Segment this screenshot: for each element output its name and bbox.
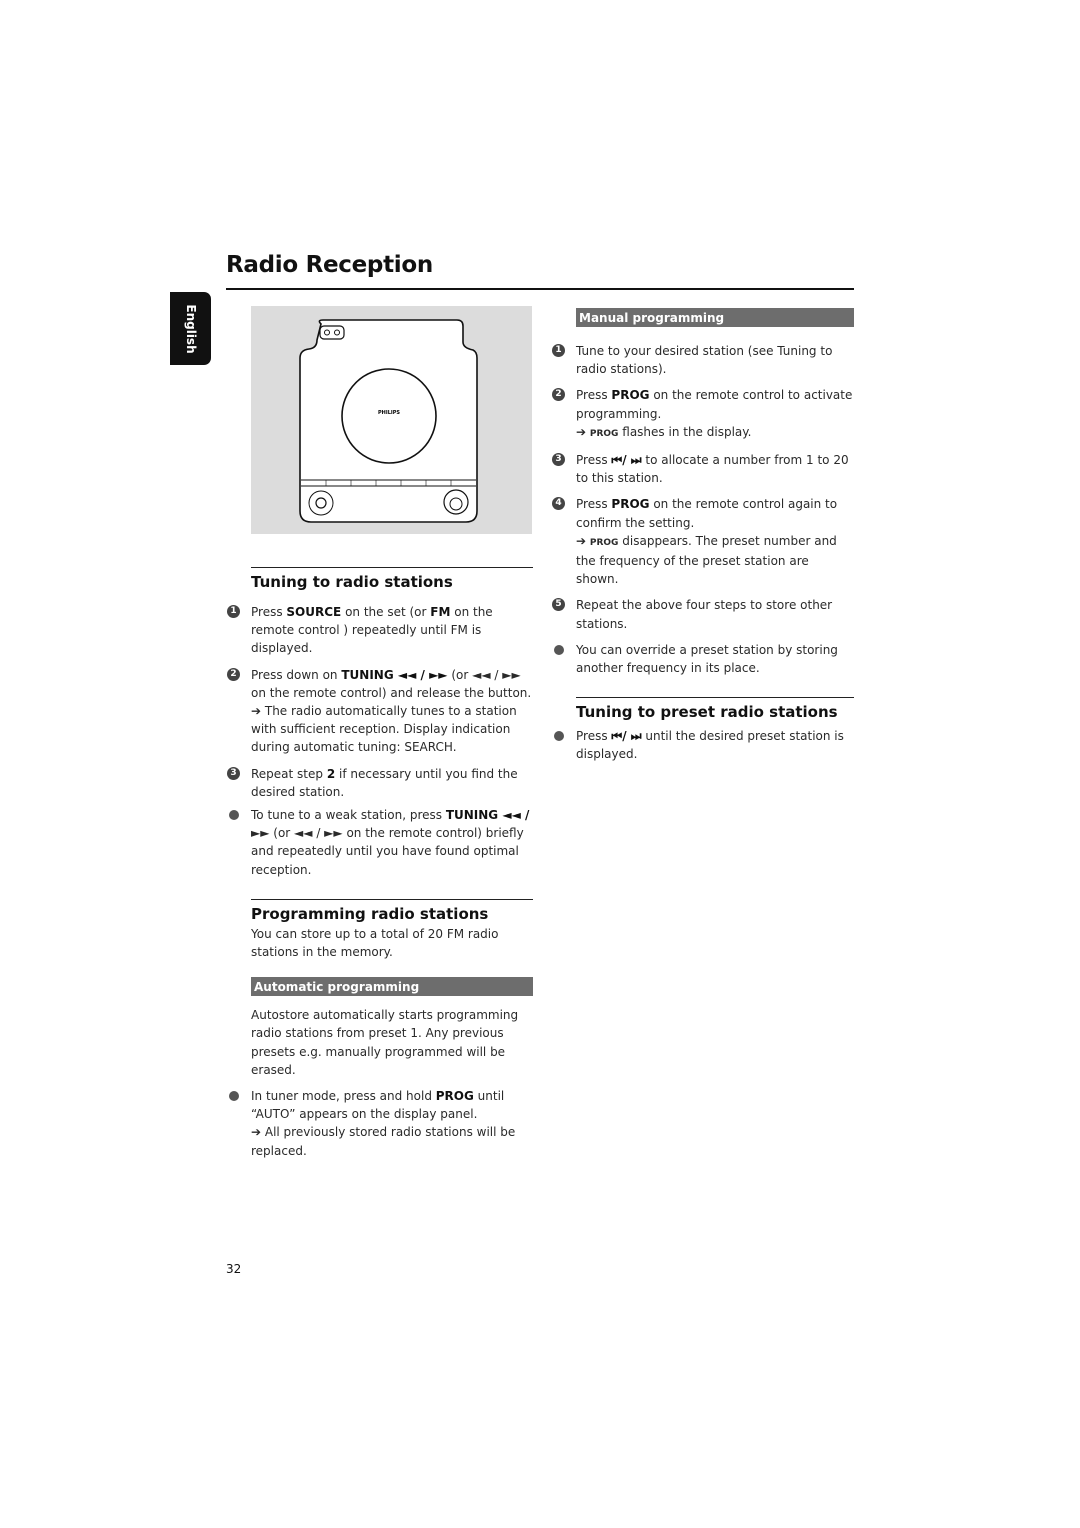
page-number: 32	[226, 1262, 242, 1276]
step-number-icon: 4	[552, 497, 565, 511]
volume-knob-inner	[449, 497, 463, 511]
manual-override-tip: You can override a preset station by sto…	[554, 641, 854, 677]
bullet-icon	[554, 644, 564, 655]
tuning-step-2: 2 Press down on TUNING ◄◄ / ►► (or ◄◄ / …	[227, 666, 533, 757]
step-number-icon: 5	[552, 598, 565, 612]
title-rule	[226, 288, 854, 290]
page-title: Radio Reception	[226, 252, 433, 278]
step-number-icon: 1	[227, 605, 240, 618]
play-button	[315, 497, 327, 509]
stereo-unit-drawing: PHILIPS	[299, 319, 478, 523]
tuning-step-3: 3 Repeat step 2 if necessary until you f…	[227, 765, 533, 801]
language-tab-label: English	[183, 303, 198, 354]
manual-step-1: 1 Tune to your desired station (see Tuni…	[552, 342, 854, 378]
automatic-programming-text: Autostore automatically starts programmi…	[251, 1008, 519, 1077]
manual-step-2: 2 Press PROG on the remote control to ac…	[552, 386, 854, 443]
step-number-icon: 3	[227, 766, 240, 780]
bullet-icon	[229, 810, 239, 821]
brand-logo: PHILIPS	[378, 410, 400, 416]
language-tab: English	[170, 292, 211, 365]
step-number-icon: 1	[552, 344, 565, 357]
programming-heading: Programming radio stations	[251, 898, 533, 925]
cd-lid	[341, 368, 437, 464]
right-column: Manual programming 1 Tune to your desire…	[552, 308, 854, 764]
manual-step-4: 4 Press PROG on the remote control again…	[552, 495, 854, 588]
tuning-step-2-note: ➔ The radio automatically tunes to a sta…	[251, 704, 517, 755]
step-number-icon: 2	[227, 667, 240, 681]
preset-heading: Tuning to preset radio stations	[576, 697, 854, 723]
bullet-icon	[554, 731, 564, 742]
manual-step-3: 3 Press ⏮/ ⏭ to allocate a number from 1…	[552, 451, 854, 487]
manual-programming-heading: Manual programming	[576, 308, 854, 327]
left-column: Tuning to radio stations 1 Press SOURCE …	[227, 567, 533, 1160]
tuning-step-1: 1 Press SOURCE on the set (or FM on the …	[227, 603, 533, 658]
manual-step-5: 5 Repeat the above four steps to store o…	[552, 596, 854, 632]
automatic-programming-note: ➔ All previously stored radio stations w…	[251, 1125, 516, 1158]
tuning-weak-station-tip: To tune to a weak station, press TUNING …	[229, 806, 533, 879]
programming-intro: You can store up to a total of 20 FM rad…	[251, 926, 499, 960]
top-buttons	[319, 325, 345, 340]
device-illustration: PHILIPS	[251, 306, 532, 534]
automatic-programming-step: In tuner mode, press and hold PROG until…	[229, 1087, 533, 1160]
step-number-icon: 3	[552, 453, 565, 467]
preset-step: Press ⏮/ ⏭ until the desired preset stat…	[554, 727, 854, 763]
step-number-icon: 2	[552, 388, 565, 402]
tuning-heading: Tuning to radio stations	[251, 567, 533, 593]
automatic-programming-heading: Automatic programming	[251, 977, 533, 997]
bullet-icon	[229, 1091, 239, 1102]
